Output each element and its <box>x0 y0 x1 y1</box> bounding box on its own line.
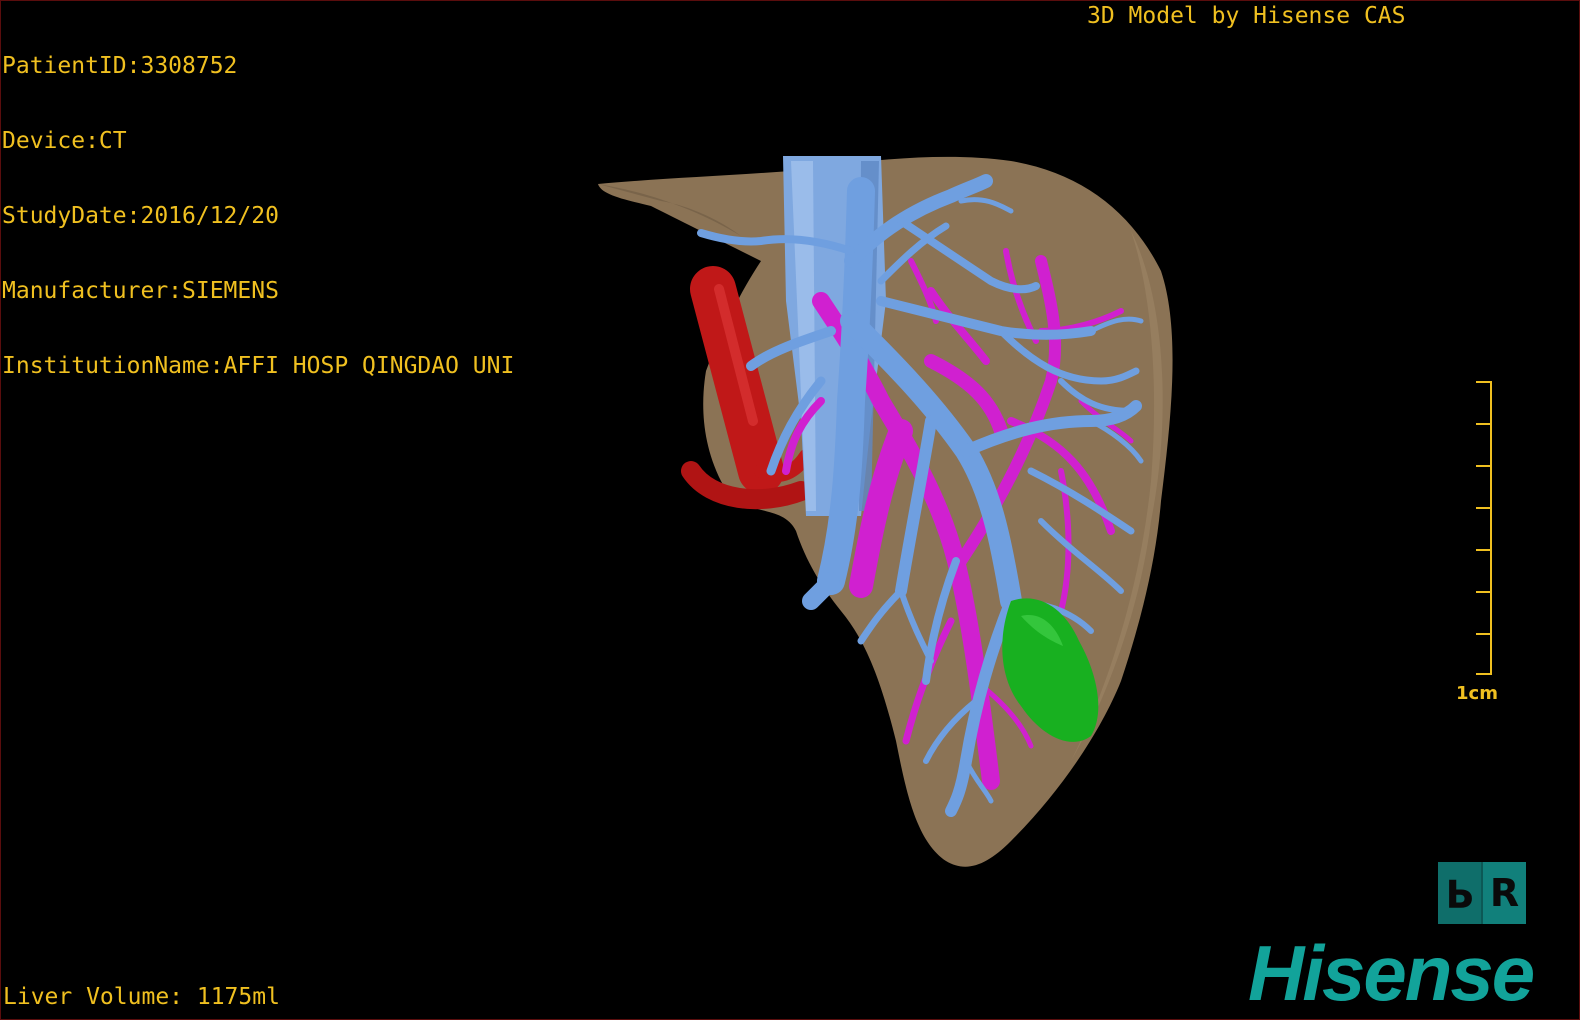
study-date-label: StudyDate:2016/12/20 <box>2 203 279 229</box>
manufacturer-label: Manufacturer:SIEMENS <box>2 278 279 304</box>
patient-info-overlay: PatientID:3308752 Device:CT StudyDate:20… <box>2 4 514 429</box>
patient-id-label: PatientID:3308752 <box>2 53 238 79</box>
scale-bar <box>1476 381 1492 675</box>
3d-viewport[interactable]: PatientID:3308752 Device:CT StudyDate:20… <box>0 0 1580 1020</box>
orientation-face-posterior: P <box>1445 871 1474 915</box>
model-credit-label: 3D Model by Hisense CAS <box>1087 3 1406 29</box>
liver-volume-label: Liver Volume: 1175ml <box>3 984 280 1010</box>
orientation-cube[interactable]: P R <box>1438 862 1526 924</box>
orientation-face-right: R <box>1481 862 1526 924</box>
hisense-logo: Hisense <box>1248 929 1535 1017</box>
device-label: Device:CT <box>2 128 127 154</box>
scale-bar-label: 1cm <box>1456 683 1498 704</box>
institution-label: InstitutionName:AFFI HOSP QINGDAO UNI <box>2 353 515 379</box>
